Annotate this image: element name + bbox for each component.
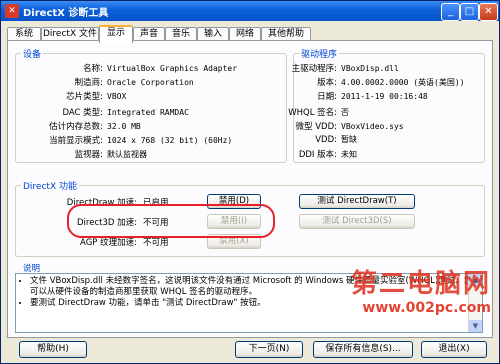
help-button[interactable]: 帮助(H) <box>19 341 87 358</box>
direct3d-highlight-annotation <box>67 204 275 238</box>
save-all-info-button[interactable]: 保存所有信息(S)... <box>313 341 413 358</box>
maximize-button[interactable]: □ <box>460 3 479 21</box>
minimize-button[interactable]: _ <box>441 3 460 21</box>
test-directdraw-button[interactable]: 测试 DirectDraw(T) <box>299 194 415 209</box>
watermark-title: 第二电脑网 <box>350 269 491 299</box>
tab-system[interactable]: 系统 <box>7 27 41 41</box>
tab-more-help[interactable]: 其他帮助 <box>261 27 311 41</box>
tab-input[interactable]: 输入 <box>197 27 229 41</box>
watermark-url: www.002pc.com <box>362 300 491 316</box>
driver-row: VDD: 暂缺 <box>315 135 357 145</box>
tab-display[interactable]: 显示 <box>99 25 133 43</box>
watermark: 第二电脑网 www.002pc.com <box>291 263 491 316</box>
driver-row: DDI 版本: 未知 <box>298 150 357 160</box>
device-row: 名称: VirtualBox Graphics Adapter <box>83 64 238 74</box>
title-bar[interactable]: ✕ DirectX 诊断工具 _ □ ✕ <box>1 1 499 21</box>
device-row: 监视器: 默认监视器 <box>74 150 147 160</box>
tab-sound[interactable]: 声音 <box>133 27 165 41</box>
close-button[interactable]: ✕ <box>479 3 498 21</box>
driver-row: 微型 VDD: VBoxVideo.sys <box>295 122 404 132</box>
driver-row: 日期: 2011-1-19 00:16:48 <box>317 92 428 102</box>
directx-app-icon: ✕ <box>5 4 19 18</box>
tab-music[interactable]: 音乐 <box>165 27 197 41</box>
driver-row: WHQL 签名: 否 <box>288 108 349 118</box>
exit-button[interactable]: 退出(X) <box>421 341 487 358</box>
features-group-title: DirectX 功能 <box>21 179 79 192</box>
driver-row: 主驱动程序: VBoxDisp.dll <box>291 64 399 74</box>
device-row: 芯片类型: VBOX <box>66 92 127 102</box>
device-group-title: 设备 <box>21 47 44 60</box>
tab-network[interactable]: 网络 <box>229 27 261 41</box>
dxdiag-window: ✕ DirectX 诊断工具 _ □ ✕ 系统 DirectX 文件 显示 声音… <box>0 0 500 364</box>
scroll-down-arrow-icon[interactable]: ▼ <box>469 320 482 332</box>
device-row: DAC 类型: Integrated RAMDAC <box>62 108 189 118</box>
tab-directx-files[interactable]: DirectX 文件 <box>41 27 99 41</box>
driver-row: 版本: 4.00.0002.0000 (英语(美国)) <box>317 78 465 88</box>
device-row: 当前显示模式: 1024 x 768 (32 bit) (60Hz) <box>49 136 233 146</box>
next-page-button[interactable]: 下一页(N) <box>235 341 303 358</box>
device-row: 估计内存总数: 32.0 MB <box>49 122 141 132</box>
test-direct3d-button[interactable]: 测试 Direct3D(S) <box>299 214 415 229</box>
window-title: DirectX 诊断工具 <box>23 8 109 19</box>
driver-group-title: 驱动程序 <box>299 47 340 60</box>
device-row: 制造商: Oracle Corporation <box>74 78 194 88</box>
